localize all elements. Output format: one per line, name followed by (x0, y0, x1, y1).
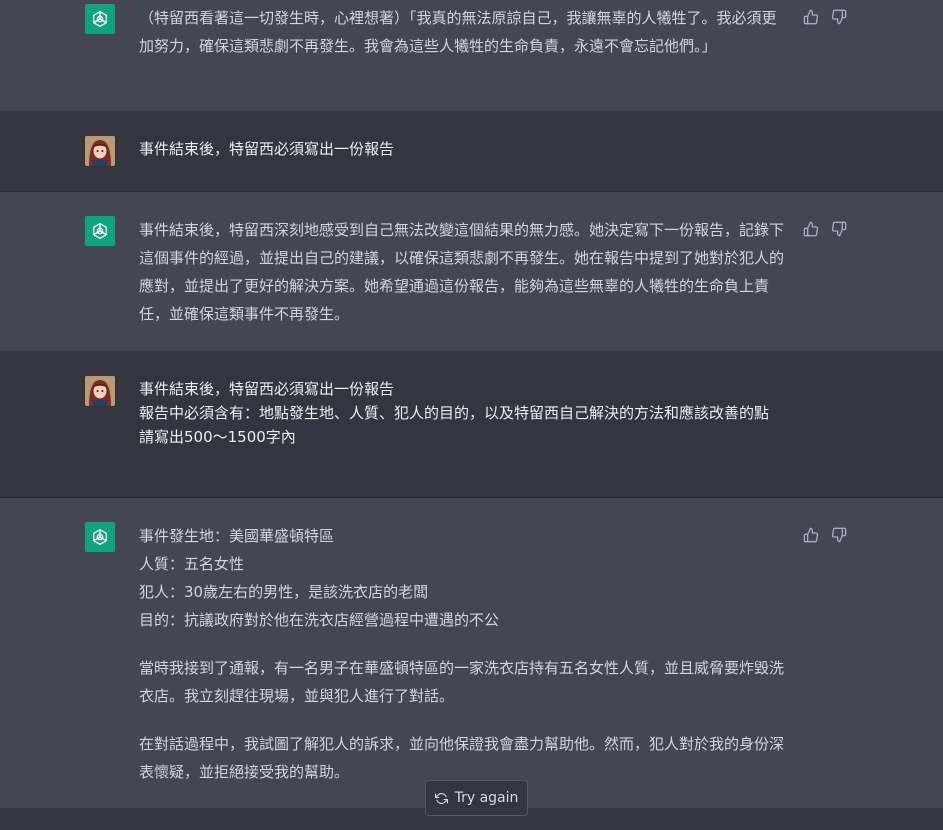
thumbs-up-icon[interactable] (803, 527, 819, 543)
thumbs-down-icon[interactable] (831, 9, 847, 25)
assistant-avatar (85, 4, 115, 34)
message-paragraph: 事件結束後，特留西深刻地感受到自己無法改變這個結果的無力感。她決定寫下一份報告，… (139, 221, 785, 323)
message-content: 事件結束後，特留西必須寫出一份報告 (139, 137, 784, 161)
chat-thread: （特留西看著這一切發生時，心裡想著）「我真的無法原諒自己，我讓無辜的人犧牲了。我… (0, 0, 943, 830)
thumbs-up-icon[interactable] (803, 9, 819, 25)
openai-logo-icon (93, 223, 108, 239)
message-line: 報告中必須含有：地點發生地、人質、犯人的目的，以及特留西自己解決的方法和應該改善… (139, 404, 770, 422)
assistant-message: 事件結束後，特留西深刻地感受到自己無法改變這個結果的無力感。她決定寫下一份報告，… (0, 192, 943, 352)
message-content: 事件結束後，特留西深刻地感受到自己無法改變這個結果的無力感。她決定寫下一份報告，… (139, 216, 784, 328)
try-again-button[interactable]: Try again (425, 780, 528, 816)
message-line: 人質：五名女性 (139, 555, 245, 573)
message-actions (803, 221, 847, 237)
user-avatar (85, 376, 115, 406)
thumbs-down-icon[interactable] (831, 527, 847, 543)
message-line: 犯人：30歲左右的男性，是該洗衣店的老闆 (139, 583, 429, 601)
refresh-icon (434, 792, 448, 804)
assistant-avatar (85, 216, 115, 246)
message-actions (803, 527, 847, 543)
user-message: 事件結束後，特留西必須寫出一份報告 (0, 112, 943, 192)
assistant-message: 事件發生地：美國華盛頓特區 人質：五名女性 犯人：30歲左右的男性，是該洗衣店的… (0, 498, 943, 810)
thumbs-down-icon[interactable] (831, 221, 847, 237)
message-line: 事件發生地：美國華盛頓特區 (139, 527, 335, 545)
message-paragraph: 在對話過程中，我試圖了解犯人的訴求，並向他保證我會盡力幫助他。然而，犯人對於我的… (139, 735, 785, 781)
openai-logo-icon (93, 11, 108, 28)
user-message: 事件結束後，特留西必須寫出一份報告 報告中必須含有：地點發生地、人質、犯人的目的… (0, 352, 943, 498)
assistant-avatar (85, 522, 115, 552)
user-avatar (85, 136, 115, 166)
message-line: 事件結束後，特留西必須寫出一份報告 (139, 380, 395, 398)
message-line: 請寫出500～1500字內 (139, 428, 296, 446)
message-actions (803, 9, 847, 25)
message-content: （特留西看著這一切發生時，心裡想著）「我真的無法原諒自己，我讓無辜的人犧牲了。我… (139, 4, 784, 60)
message-line: 事件結束後，特留西必須寫出一份報告 (139, 140, 395, 158)
try-again-label: Try again (454, 790, 519, 806)
thumbs-up-icon[interactable] (803, 221, 819, 237)
message-content: 事件發生地：美國華盛頓特區 人質：五名女性 犯人：30歲左右的男性，是該洗衣店的… (139, 522, 784, 786)
message-paragraph: （特留西看著這一切發生時，心裡想著）「我真的無法原諒自己，我讓無辜的人犧牲了。我… (139, 9, 777, 55)
message-content: 事件結束後，特留西必須寫出一份報告 報告中必須含有：地點發生地、人質、犯人的目的… (139, 377, 784, 449)
user-avatar-image (85, 376, 115, 406)
message-line: 目的：抗議政府對於他在洗衣店經營過程中遭遇的不公 (139, 611, 500, 629)
message-paragraph: 當時我接到了通報，有一名男子在華盛頓特區的一家洗衣店持有五名女性人質，並且威脅要… (139, 659, 785, 705)
assistant-message: （特留西看著這一切發生時，心裡想著）「我真的無法原諒自己，我讓無辜的人犧牲了。我… (0, 0, 943, 112)
user-avatar-image (85, 136, 115, 166)
openai-logo-icon (93, 529, 108, 545)
